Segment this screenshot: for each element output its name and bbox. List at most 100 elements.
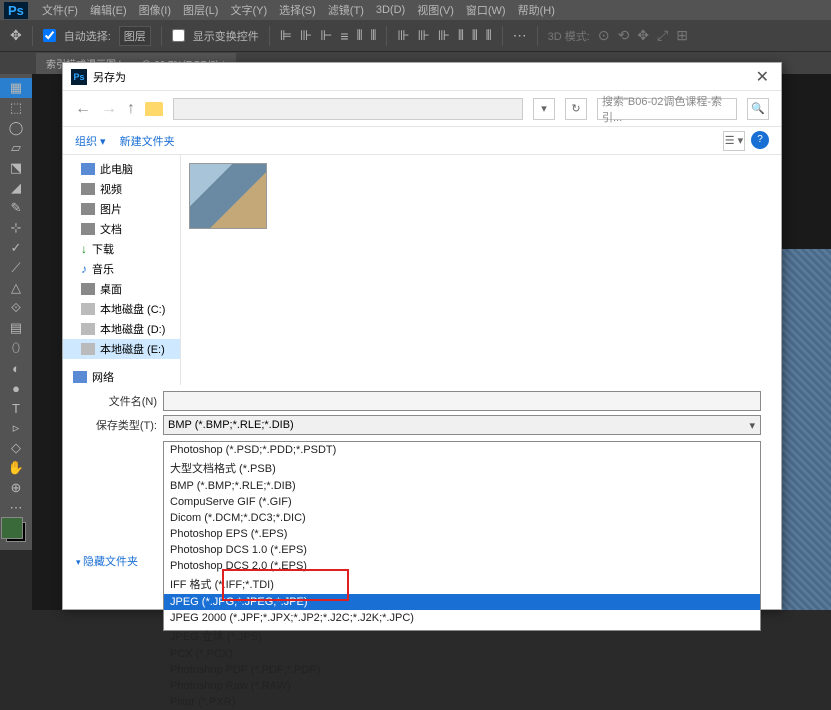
filetype-option[interactable]: Photoshop DCS 2.0 (*.EPS)	[164, 558, 760, 574]
tool-18[interactable]: ◇	[0, 438, 32, 458]
tree-item[interactable]: 图片	[63, 199, 180, 219]
filetype-option[interactable]: CompuServe GIF (*.GIF)	[164, 494, 760, 510]
tool-5[interactable]: ◢	[0, 178, 32, 198]
back-button[interactable]: ←	[75, 100, 91, 118]
menu-layer[interactable]: 图层(L)	[177, 2, 224, 18]
align-icon[interactable]: ⊪	[300, 27, 312, 44]
tree-item[interactable]: 网络	[63, 367, 180, 385]
tool-8[interactable]: ✓	[0, 238, 32, 258]
file-thumbnail[interactable]	[189, 163, 267, 229]
tool-11[interactable]: ⟐	[0, 298, 32, 318]
separator	[386, 26, 387, 46]
tool-15[interactable]: ●	[0, 378, 32, 398]
tool-19[interactable]: ✋	[0, 458, 32, 478]
filetype-option[interactable]: Photoshop (*.PSD;*.PDD;*.PSDT)	[164, 442, 760, 458]
tree-item[interactable]: 本地磁盘 (D:)	[63, 319, 180, 339]
tree-item[interactable]: 本地磁盘 (E:)	[63, 339, 180, 359]
tool-20[interactable]: ⊕	[0, 478, 32, 498]
filetype-option[interactable]: Photoshop PDF (*.PDF;*.PDP)	[164, 662, 760, 678]
tool-3[interactable]: ▱	[0, 138, 32, 158]
tool-14[interactable]: ◐	[0, 358, 32, 378]
menu-file[interactable]: 文件(F)	[36, 2, 84, 18]
close-button[interactable]: ✕	[752, 67, 773, 87]
tool-7[interactable]: ⊹	[0, 218, 32, 238]
forward-button[interactable]: →	[101, 100, 117, 118]
3d-icon: ⟲	[618, 27, 630, 44]
search-button[interactable]: 🔍	[747, 98, 769, 120]
tool-16[interactable]: T	[0, 398, 32, 418]
filetype-option[interactable]: BMP (*.BMP;*.RLE;*.DIB)	[164, 478, 760, 494]
pc-icon	[81, 163, 95, 175]
address-bar[interactable]	[173, 98, 523, 120]
align-icon[interactable]: ⊫	[280, 27, 292, 44]
organize-menu[interactable]: 组织 ▾	[75, 133, 106, 149]
filetype-option[interactable]: JPEG 立体 (*.JPS)	[164, 626, 760, 646]
tree-item[interactable]: 视频	[63, 179, 180, 199]
tree-item[interactable]: ♪音乐	[63, 259, 180, 279]
distribute-icon[interactable]: ⫴	[458, 27, 464, 44]
filetype-option[interactable]: PCX (*.PCX)	[164, 646, 760, 662]
distribute-icon[interactable]: ⊪	[438, 27, 450, 44]
align-icon[interactable]: ⫴	[357, 27, 363, 44]
hide-folders-link[interactable]: 隐藏文件夹	[76, 553, 138, 569]
align-icon[interactable]: ⫴	[370, 27, 376, 44]
auto-select-checkbox[interactable]	[43, 29, 56, 42]
tree-item[interactable]: 本地磁盘 (C:)	[63, 299, 180, 319]
search-input[interactable]: 搜索"B06-02调色课程-索引...	[597, 98, 737, 120]
menu-view[interactable]: 视图(V)	[411, 2, 460, 18]
menu-window[interactable]: 窗口(W)	[460, 2, 512, 18]
filetype-option[interactable]: Pixar (*.PXR)	[164, 694, 760, 710]
tool-6[interactable]: ✎	[0, 198, 32, 218]
tool-12[interactable]: ▤	[0, 318, 32, 338]
distribute-icon[interactable]: ⫴	[472, 27, 478, 44]
menu-image[interactable]: 图像(I)	[133, 2, 177, 18]
filetype-option[interactable]: Photoshop EPS (*.EPS)	[164, 526, 760, 542]
tool-10[interactable]: △	[0, 278, 32, 298]
filetype-select[interactable]: BMP (*.BMP;*.RLE;*.DIB)	[163, 415, 761, 435]
dropdown-button[interactable]: ▾	[533, 98, 555, 120]
tool-21[interactable]: ⋯	[0, 498, 32, 518]
tool-4[interactable]: ⬔	[0, 158, 32, 178]
filetype-option[interactable]: Photoshop Raw (*.RAW)	[164, 678, 760, 694]
tree-item[interactable]: ↓下载	[63, 239, 180, 259]
tool-1[interactable]: ⬚	[0, 98, 32, 118]
distribute-icon[interactable]: ⊪	[397, 27, 409, 44]
gen-icon	[81, 183, 95, 195]
filetype-option[interactable]: 大型文档格式 (*.PSB)	[164, 458, 760, 478]
tool-17[interactable]: ▹	[0, 418, 32, 438]
align-icon[interactable]: ≡	[340, 28, 348, 44]
tree-item[interactable]: 文档	[63, 219, 180, 239]
tool-2[interactable]: ◯	[0, 118, 32, 138]
filetype-option[interactable]: JPEG (*.JPG;*.JPEG;*.JPE)	[164, 594, 760, 610]
tool-0[interactable]: ▦	[0, 78, 32, 98]
menu-3d[interactable]: 3D(D)	[370, 4, 411, 16]
menu-help[interactable]: 帮助(H)	[512, 2, 561, 18]
menu-filter[interactable]: 滤镜(T)	[322, 2, 370, 18]
content-pane[interactable]	[181, 155, 781, 385]
color-swatch[interactable]	[6, 522, 26, 542]
refresh-button[interactable]: ↻	[565, 98, 587, 120]
show-transform-checkbox[interactable]	[172, 29, 185, 42]
filename-input[interactable]	[163, 391, 761, 411]
menu-edit[interactable]: 编辑(E)	[84, 2, 133, 18]
filetype-option[interactable]: Dicom (*.DCM;*.DC3;*.DIC)	[164, 510, 760, 526]
tree-item[interactable]: 此电脑	[63, 159, 180, 179]
filetype-option[interactable]: Photoshop DCS 1.0 (*.EPS)	[164, 542, 760, 558]
mode-3d-label: 3D 模式:	[548, 28, 590, 44]
tool-9[interactable]: ⟋	[0, 258, 32, 278]
filetype-option[interactable]: JPEG 2000 (*.JPF;*.JPX;*.JP2;*.J2C;*.J2K…	[164, 610, 760, 626]
distribute-icon[interactable]: ⫴	[486, 27, 492, 44]
align-icon[interactable]: ⊩	[320, 27, 332, 44]
view-options-button[interactable]: ☰ ▾	[723, 131, 745, 151]
filetype-option[interactable]: IFF 格式 (*.IFF;*.TDI)	[164, 574, 760, 594]
overflow-icon[interactable]: ⋯	[513, 27, 527, 44]
layer-select[interactable]: 图层	[119, 26, 151, 46]
tree-item[interactable]: 桌面	[63, 279, 180, 299]
tool-13[interactable]: ⬯	[0, 338, 32, 358]
menu-select[interactable]: 选择(S)	[273, 2, 322, 18]
help-icon[interactable]: ?	[751, 131, 769, 149]
menu-type[interactable]: 文字(Y)	[224, 2, 273, 18]
new-folder-button[interactable]: 新建文件夹	[120, 133, 175, 149]
distribute-icon[interactable]: ⊪	[418, 27, 430, 44]
up-button[interactable]: ↑	[127, 100, 135, 118]
